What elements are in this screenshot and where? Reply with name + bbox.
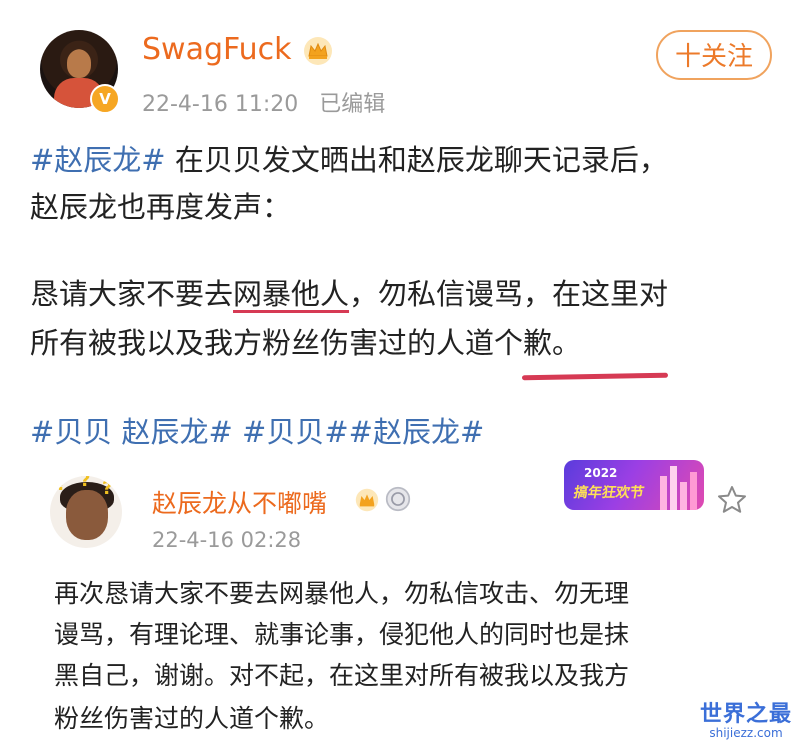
repost-line-3: 黑自己，谢谢。对不起，在这里对所有被我以及我方 <box>54 661 630 690</box>
repost-date: 22-4-16 02:28 <box>152 528 302 552</box>
hashtag-row: #贝贝 赵辰龙# #贝贝##赵辰龙# <box>30 410 484 454</box>
repost-username[interactable]: 赵辰龙从不嘟嘴 <box>152 484 327 520</box>
question-mark-icon: ? <box>80 476 91 491</box>
banner-text: 搞年狂欢节 <box>572 485 646 501</box>
crown-icon <box>304 37 332 65</box>
watermark-logo: 世界之最 shijiezz.com <box>700 696 792 740</box>
post-line-4: 所有被我以及我方粉丝伤害过的人道个歉。 <box>30 326 582 360</box>
medal-icon <box>385 486 411 512</box>
verified-badge-icon: V <box>90 84 120 114</box>
post-line-2: 赵辰龙也再度发声： <box>30 190 292 224</box>
repost-avatar[interactable]: ? ? ? <box>50 476 122 548</box>
banner-tower <box>660 476 667 510</box>
crown-icon <box>355 488 379 512</box>
watermark-url: shijiezz.com <box>709 726 783 740</box>
post-date: 22-4-16 11:20 <box>142 92 299 117</box>
watermark-title: 世界之最 <box>700 702 793 727</box>
hashtag-link[interactable]: #贝贝 赵辰龙# <box>30 415 233 449</box>
banner-tower <box>670 466 677 510</box>
question-mark-icon: ? <box>56 476 67 495</box>
edited-label: 已编辑 <box>319 92 386 117</box>
star-icon[interactable] <box>716 484 748 516</box>
follow-button[interactable]: 十关注 <box>656 30 772 80</box>
post-meta: 22-4-16 11:20 已编辑 <box>142 86 399 118</box>
repost-line-2: 谩骂，有理论理、就事论事，侵犯他人的同时也是抹 <box>54 620 630 649</box>
repost-line-4: 粉丝伤害过的人道个歉。 <box>54 704 330 733</box>
hashtag-link[interactable]: #贝贝# <box>242 415 349 449</box>
banner-year: 2022 <box>584 466 618 480</box>
red-underline-mark <box>521 372 669 381</box>
avatar-face <box>67 50 91 78</box>
username[interactable]: SwagFuck <box>142 32 292 67</box>
banner-tower <box>680 482 687 510</box>
hashtag-link[interactable]: #赵辰龙# <box>349 415 485 449</box>
repost-line-1: 再次恳请大家不要去网暴他人，勿私信攻击、勿无理 <box>54 579 630 608</box>
question-mark-icon: ? <box>102 478 113 499</box>
post-line-1: #赵辰龙# 在贝贝发文晒出和赵辰龙聊天记录后， <box>30 138 668 182</box>
post-text: 在贝贝发文晒出和赵辰龙聊天记录后， <box>165 143 668 177</box>
post-text: ，勿私信谩骂，在这里对 <box>349 277 669 311</box>
hashtag-link[interactable]: #赵辰龙# <box>30 143 166 177</box>
event-banner[interactable]: 2022 搞年狂欢节 <box>564 460 704 510</box>
post-text: 恳请大家不要去 <box>30 277 234 311</box>
banner-tower <box>690 472 697 510</box>
post-line-3: 恳请大家不要去网暴他人，勿私信谩骂，在这里对 <box>30 272 668 316</box>
underlined-text: 网暴他人 <box>233 277 350 311</box>
